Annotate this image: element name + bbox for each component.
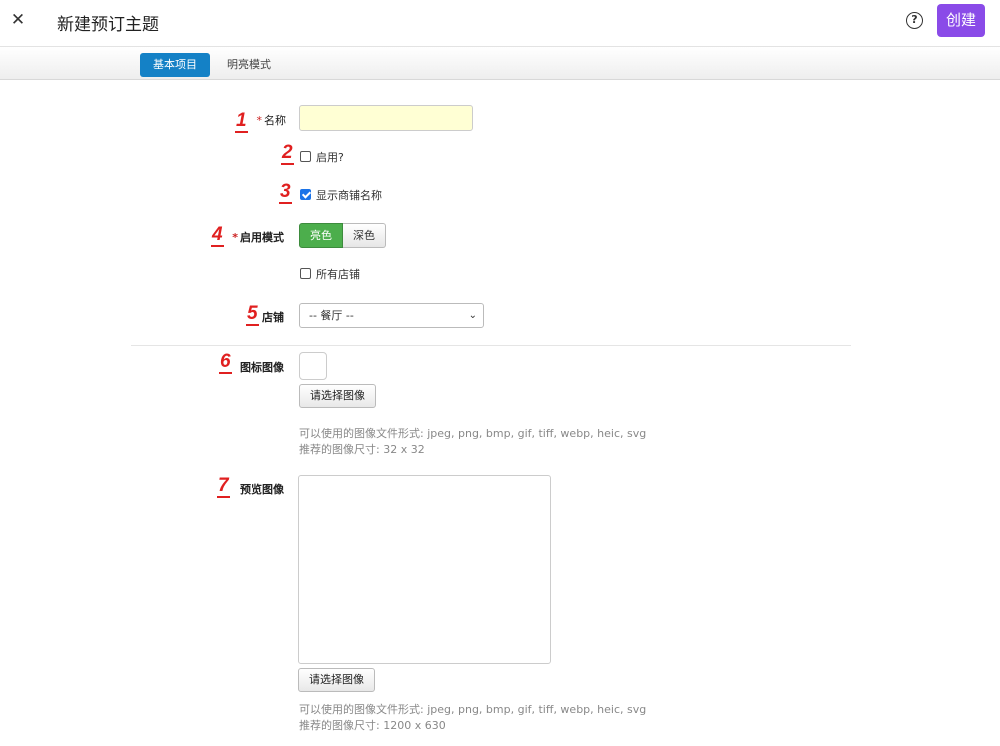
store-select-value: -- 餐厅 -- (309, 309, 354, 322)
required-mark: * (232, 231, 238, 244)
mode-dark-option[interactable]: 深色 (343, 223, 386, 248)
annotation-marker-1: 1 (235, 110, 248, 133)
tab-light-mode[interactable]: 明亮模式 (214, 53, 284, 77)
annotation-marker-7: 7 (217, 475, 230, 498)
preview-image-formats-hint: 可以使用的图像文件形式: jpeg, png, bmp, gif, tiff, … (299, 703, 647, 716)
enabled-checkbox[interactable] (300, 151, 311, 162)
choose-preview-image-button[interactable]: 请选择图像 (298, 668, 375, 692)
mode-toggle: 亮色 深色 (299, 223, 386, 248)
preview-image-size-hint: 推荐的图像尺寸: 1200 x 630 (299, 719, 446, 732)
section-divider (131, 345, 851, 346)
preview-image-preview (298, 475, 551, 664)
annotation-marker-4: 4 (211, 224, 224, 247)
chevron-down-icon: ⌄ (468, 310, 477, 321)
help-icon[interactable]: ? (906, 12, 923, 29)
annotation-marker-5: 5 (246, 303, 259, 326)
choose-icon-image-button[interactable]: 请选择图像 (299, 384, 376, 408)
create-button[interactable]: 创建 (937, 4, 985, 37)
page-title: 新建预订主题 (57, 15, 159, 35)
annotation-marker-6: 6 (219, 351, 232, 374)
mode-label: * 启用模式 (232, 231, 284, 244)
required-mark: * (256, 114, 263, 127)
mode-light-option[interactable]: 亮色 (299, 223, 343, 248)
icon-image-formats-hint: 可以使用的图像文件形式: jpeg, png, bmp, gif, tiff, … (299, 427, 647, 440)
all-stores-checkbox[interactable] (300, 268, 311, 279)
tab-bar: 基本项目 明亮模式 (0, 46, 1000, 80)
name-input[interactable] (299, 105, 473, 131)
annotation-marker-3: 3 (279, 181, 292, 204)
enabled-label: 启用? (316, 151, 344, 164)
all-stores-label: 所有店铺 (316, 268, 360, 281)
annotation-marker-2: 2 (281, 142, 294, 165)
show-store-name-label: 显示商铺名称 (316, 189, 382, 202)
show-store-name-checkbox[interactable] (300, 189, 311, 200)
icon-image-size-hint: 推荐的图像尺寸: 32 x 32 (299, 443, 425, 456)
store-select[interactable]: -- 餐厅 -- ⌄ (299, 303, 484, 328)
store-label: 店铺 (262, 311, 284, 324)
preview-image-label: 预览图像 (240, 483, 284, 496)
tab-basic-items[interactable]: 基本项目 (140, 53, 210, 77)
icon-image-preview (299, 352, 327, 380)
name-label: * 名称 (256, 114, 287, 127)
header-bar: ✕ 新建预订主题 ? 创建 (0, 0, 1000, 46)
icon-image-label: 图标图像 (240, 361, 284, 374)
close-icon[interactable]: ✕ (9, 11, 27, 29)
